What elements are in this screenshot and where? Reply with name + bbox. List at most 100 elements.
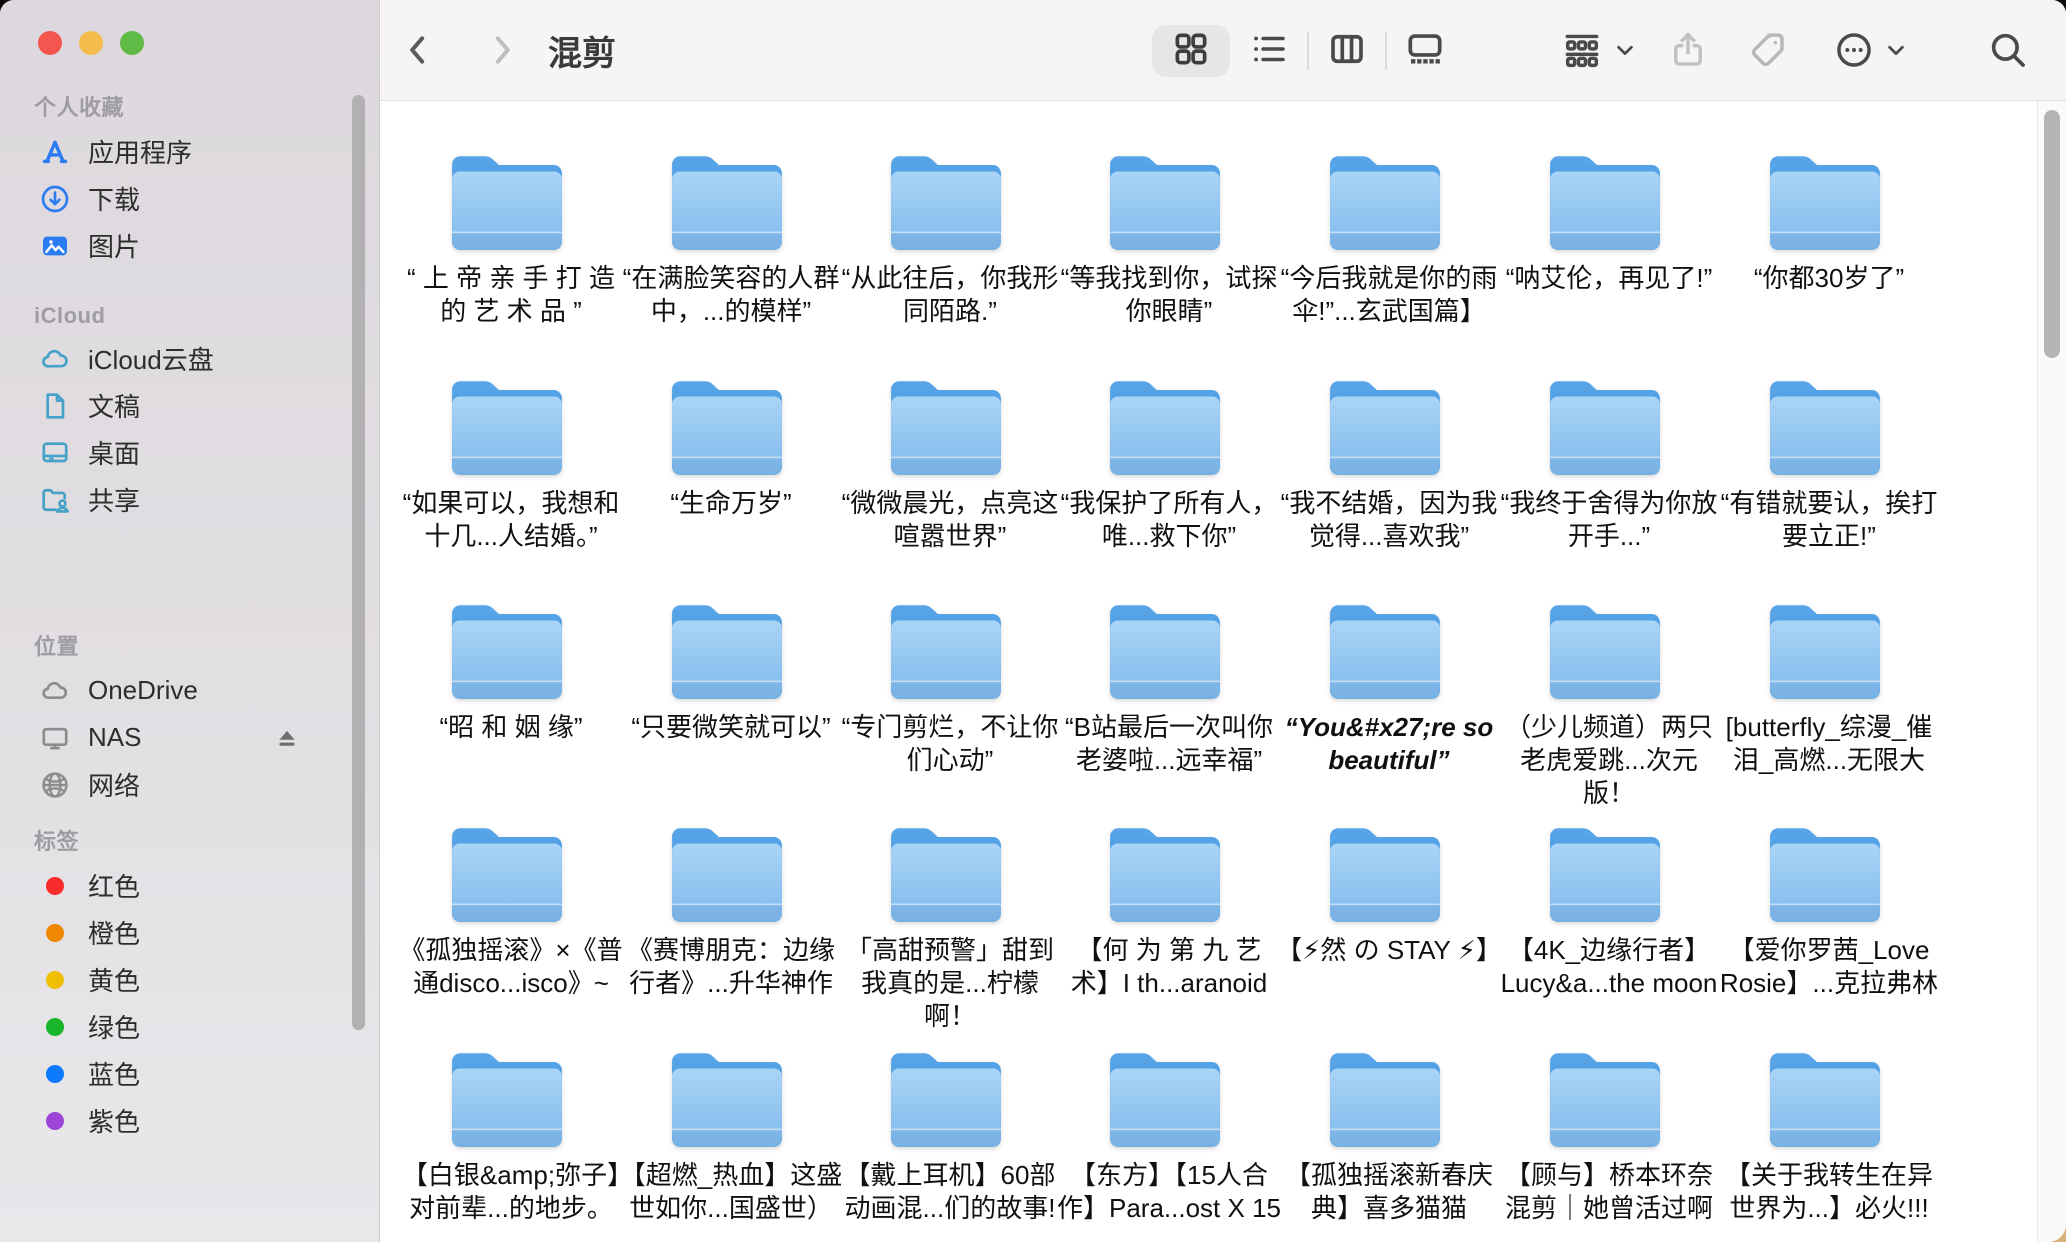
folder-label: 【白银&amp;弥子】对前辈...的地步。 <box>397 1159 625 1225</box>
column-view-icon <box>1326 28 1368 75</box>
folder-label: 《赛博朋克：边缘行者》...升华神作 <box>617 934 845 1000</box>
icon-view-button[interactable] <box>1152 25 1230 77</box>
scrollbar-thumb[interactable] <box>2044 110 2060 358</box>
folder-icon <box>885 148 1007 252</box>
folder-item[interactable]: 【4K_边缘行者】Lucy&a...the moon <box>1495 820 1715 1000</box>
sidebar-item[interactable]: 红色 <box>0 862 379 909</box>
folder-icon <box>446 597 568 701</box>
sidebar-item[interactable]: 绿色 <box>0 1003 379 1050</box>
folder-item[interactable]: 【白银&amp;弥子】对前辈...的地步。 <box>397 1045 617 1225</box>
folder-item[interactable]: “从此往后，你我形同陌路.” <box>836 148 1056 328</box>
group-by-button[interactable] <box>1552 24 1644 76</box>
folder-item[interactable]: “有错就要认，挨打要立正!” <box>1715 373 1935 553</box>
view-mode-switcher <box>1152 25 1464 77</box>
folder-item[interactable]: “你都30岁了” <box>1715 148 1935 295</box>
folder-item[interactable]: 【超燃_热血】这盛世如你...国盛世） <box>617 1045 837 1225</box>
folder-item[interactable]: 【东方】【15人合作】Para...ost X 15 <box>1055 1045 1275 1225</box>
tag-color-dot <box>46 877 64 895</box>
folder-label: “You&#x27;re so beautiful” <box>1275 711 1503 777</box>
folder-item[interactable]: [butterfly_综漫_催泪_高燃...无限大 <box>1715 597 1935 777</box>
folder-item[interactable]: 《赛博朋克：边缘行者》...升华神作 <box>617 820 837 1000</box>
sidebar-item[interactable]: 文稿 <box>0 382 379 429</box>
folder-icon <box>666 373 788 477</box>
sidebar-item[interactable]: 应用程序 <box>0 128 379 175</box>
sidebar-item[interactable]: 黄色 <box>0 956 379 1003</box>
folder-icon <box>1544 148 1666 252</box>
close-button[interactable] <box>38 31 62 55</box>
sidebar-item[interactable]: NAS <box>0 714 379 761</box>
folder-item[interactable]: “微微晨光，点亮这喧嚣世界” <box>836 373 1056 553</box>
sidebar-item[interactable]: 桌面 <box>0 429 379 476</box>
folder-item[interactable]: 【顾与】桥本环奈混剪｜她曾活过啊 <box>1495 1045 1715 1225</box>
sidebar-item[interactable]: 共享 <box>0 476 379 523</box>
folder-item[interactable]: “我不结婚，因为我觉得...喜欢我” <box>1275 373 1495 553</box>
chevron-left-icon <box>398 30 438 70</box>
sidebar-item[interactable]: iCloud云盘 <box>0 335 379 382</box>
search-button[interactable] <box>1982 24 2034 76</box>
folder-item[interactable]: “ 上 帝 亲 手 打 造 的 艺 术 品 ” <box>397 148 617 328</box>
folder-item[interactable]: 【何 为 第 九 艺 术】I th...aranoid <box>1055 820 1275 1000</box>
folder-icon <box>1104 820 1226 924</box>
sidebar-item-label: 下载 <box>88 180 140 217</box>
finder-window: 个人收藏应用程序下载图片iCloudiCloud云盘文稿桌面共享位置OneDri… <box>0 0 2066 1242</box>
sidebar-scrollbar-thumb[interactable] <box>352 95 365 1030</box>
share-button[interactable] <box>1662 24 1714 76</box>
folder-item[interactable]: “我终于舍得为你放开手...” <box>1495 373 1715 553</box>
scrollbar-track[interactable] <box>2037 101 2066 1242</box>
minimize-button[interactable] <box>79 31 103 55</box>
folder-item[interactable]: “如果可以，我想和十几...人结婚。” <box>397 373 617 553</box>
sidebar-item[interactable]: 紫色 <box>0 1097 379 1144</box>
sidebar-item[interactable]: 图片 <box>0 222 379 269</box>
gallery-view-icon <box>1404 28 1446 75</box>
folder-item[interactable]: 「高甜预警」甜到我真的是...柠檬啊！ <box>836 820 1056 1033</box>
folder-item[interactable]: 【⚡然 の STAY ⚡】 <box>1275 820 1495 967</box>
folder-item[interactable]: 【戴上耳机】60部动画混...们的故事! <box>836 1045 1056 1225</box>
folder-item[interactable]: “只要微笑就可以” <box>617 597 837 744</box>
eject-icon[interactable] <box>273 724 301 752</box>
folder-item[interactable]: 【爱你罗茜_Love Rosie】...克拉弗林 <box>1715 820 1935 1000</box>
folder-item[interactable]: “专门剪烂，不让你们心动” <box>836 597 1056 777</box>
folder-icon <box>446 148 568 252</box>
folder-label: “昭 和 姻 缘” <box>397 711 625 744</box>
folder-label: “从此往后，你我形同陌路.” <box>836 262 1064 328</box>
folder-item[interactable]: “生命万岁” <box>617 373 837 520</box>
folder-item[interactable]: “呐艾伦，再见了!” <box>1495 148 1715 295</box>
folder-label: “我不结婚，因为我觉得...喜欢我” <box>1275 487 1503 553</box>
sidebar-item[interactable]: 网络 <box>0 761 379 808</box>
folder-icon <box>1104 373 1226 477</box>
folder-label: “如果可以，我想和十几...人结婚。” <box>397 487 625 553</box>
sidebar-item-label: 共享 <box>88 481 140 518</box>
sidebar-item[interactable]: OneDrive <box>0 667 379 714</box>
sidebar-item-label: OneDrive <box>88 675 198 706</box>
more-options-button[interactable] <box>1824 24 1916 76</box>
sidebar-item[interactable]: 橙色 <box>0 909 379 956</box>
folder-item[interactable]: 【孤独摇滚新春庆典】喜多猫猫 <box>1275 1045 1495 1225</box>
sidebar-item[interactable]: 蓝色 <box>0 1050 379 1097</box>
folder-item[interactable]: “等我找到你，试探你眼睛” <box>1055 148 1275 328</box>
gallery-view-button[interactable] <box>1386 25 1464 77</box>
folder-label: 《孤独摇滚》×《普通disco...isco》~ <box>397 934 625 1000</box>
list-view-button[interactable] <box>1230 25 1308 77</box>
back-button[interactable] <box>392 24 444 76</box>
tag-button[interactable] <box>1742 24 1794 76</box>
folder-item[interactable]: 《孤独摇滚》×《普通disco...isco》~ <box>397 820 617 1000</box>
sidebar-item-label: NAS <box>88 722 141 753</box>
folder-item[interactable]: “在满脸笑容的人群中，...的模样” <box>617 148 837 328</box>
icloud-icon <box>38 342 72 376</box>
folder-item[interactable]: “今后我就是你的雨伞!”...玄武国篇】 <box>1275 148 1495 328</box>
zoom-button[interactable] <box>120 31 144 55</box>
folder-item[interactable]: （少儿频道）两只老虎爱跳...次元版！ <box>1495 597 1715 810</box>
sidebar-item[interactable]: 下载 <box>0 175 379 222</box>
folder-item[interactable]: “我保护了所有人，唯...救下你” <box>1055 373 1275 553</box>
sidebar-sections: 个人收藏应用程序下载图片iCloudiCloud云盘文稿桌面共享位置OneDri… <box>0 80 379 1144</box>
folder-item[interactable]: “B站最后一次叫你老婆啦...远幸福” <box>1055 597 1275 777</box>
pictures-icon <box>38 229 72 263</box>
folder-item[interactable]: “You&#x27;re so beautiful” <box>1275 597 1495 777</box>
sidebar-item-label: 文稿 <box>88 387 140 424</box>
folder-label: “你都30岁了” <box>1715 262 1943 295</box>
forward-button[interactable] <box>476 24 528 76</box>
folder-item[interactable]: “昭 和 姻 缘” <box>397 597 617 744</box>
column-view-button[interactable] <box>1308 25 1386 77</box>
folder-item[interactable]: 【关于我转生在异世界为...】必火!!! <box>1715 1045 1935 1225</box>
sidebar-item-label: 紫色 <box>88 1102 140 1139</box>
